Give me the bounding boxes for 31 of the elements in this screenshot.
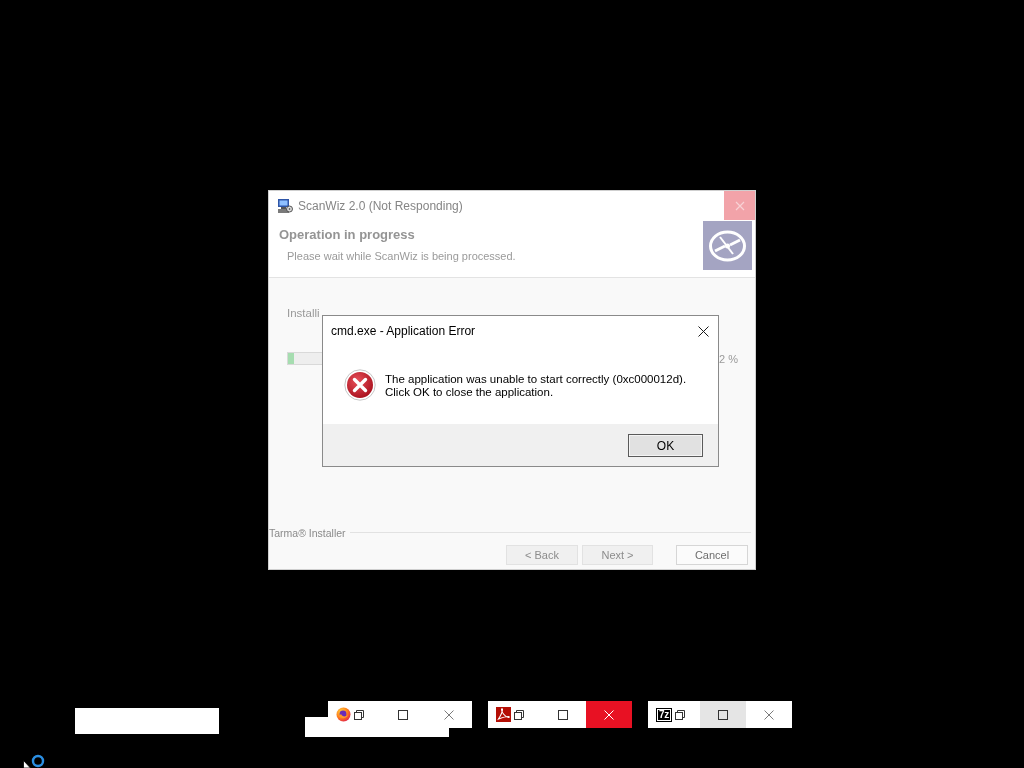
- restore-button[interactable]: [353, 708, 365, 721]
- status-label: Installi: [287, 306, 320, 320]
- maximize-icon: [718, 709, 728, 720]
- restore-icon: [514, 709, 524, 720]
- close-icon: [444, 709, 454, 720]
- close-icon: [764, 709, 774, 720]
- window-title: ScanWiz 2.0 (Not Responding): [298, 198, 463, 213]
- ok-button[interactable]: OK: [628, 434, 703, 457]
- close-icon: [734, 200, 745, 211]
- close-icon: [604, 709, 614, 720]
- page-subheading: Please wait while ScanWiz is being processed.: [287, 249, 516, 263]
- maximize-icon: [558, 709, 568, 720]
- restore-icon: [675, 709, 685, 720]
- page-heading: Operation in progress: [279, 227, 415, 243]
- computer-icon: [277, 197, 293, 214]
- app-logo: 7z: [656, 707, 672, 722]
- wizard-button[interactable]: Cancel: [676, 545, 748, 565]
- error-message: The application was unable to start correctly (0xc000012d).: [385, 373, 687, 386]
- browser-logo-icon: [336, 707, 351, 722]
- restore-button[interactable]: [513, 708, 525, 721]
- close-icon: [697, 325, 709, 337]
- error-message: Click OK to close the application.: [385, 386, 555, 399]
- progress-percent: 2 %: [719, 352, 738, 365]
- maximize-button[interactable]: [700, 701, 746, 728]
- restore-icon: [354, 709, 364, 720]
- error-icon: [344, 369, 376, 401]
- dialog-title: cmd.exe - Application Error: [330, 324, 476, 338]
- pdf-logo-icon: [496, 707, 511, 722]
- maximize-icon: [398, 709, 408, 720]
- installer-brand: Tarma® Installer: [269, 526, 346, 539]
- restore-button[interactable]: [674, 708, 686, 721]
